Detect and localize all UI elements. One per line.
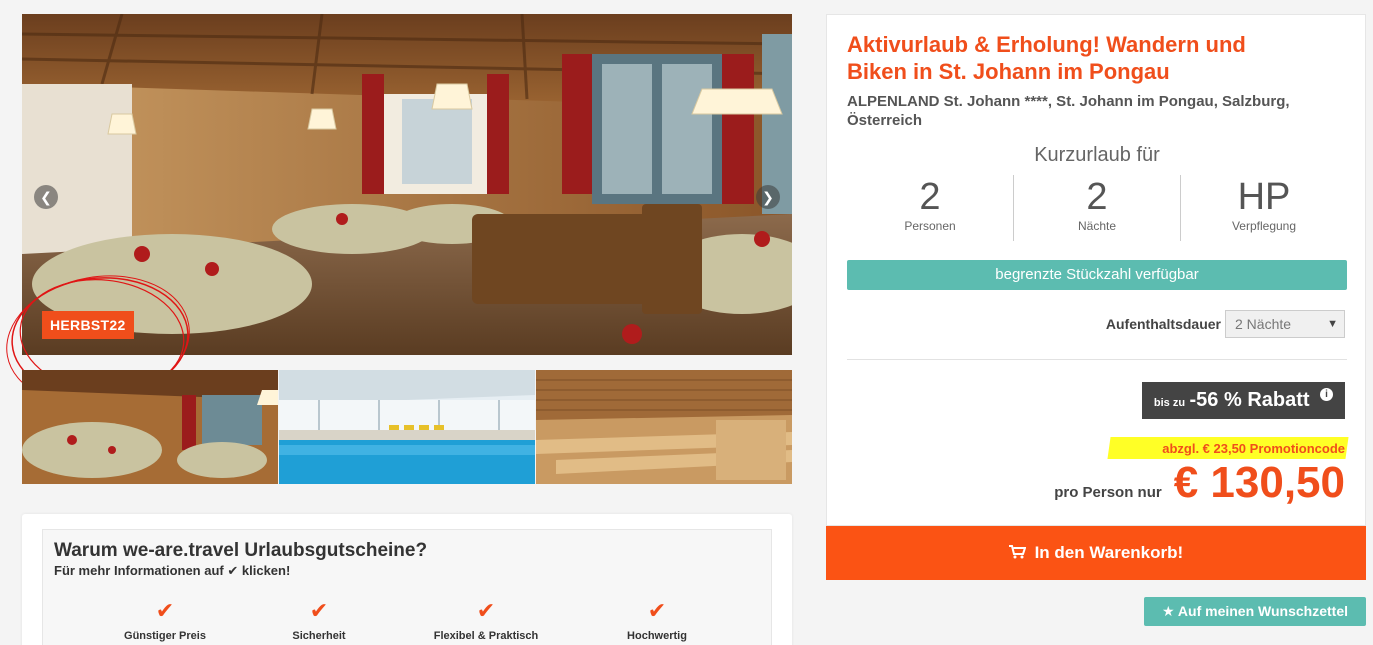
chevron-right-icon[interactable]: ❯: [756, 185, 780, 209]
info-icon[interactable]: i: [1320, 388, 1333, 401]
discount-badge: bis zu -56 % Rabatt i: [1141, 382, 1345, 419]
why-sub-text-end: klicken!: [241, 563, 291, 578]
wishlist-button[interactable]: ★ Auf meinen Wunschzettel: [1144, 597, 1366, 626]
chevron-down-icon: ▼: [1327, 318, 1338, 330]
price-row: pro Person nur € 130,50: [1054, 458, 1345, 508]
discount-prefix: bis zu: [1153, 397, 1186, 409]
feature-label: Flexibel & Praktisch: [433, 630, 539, 642]
offer-card: Aktivurlaub & Erholung! Wandern und Bike…: [826, 14, 1366, 526]
discount-value: -56 % Rabatt: [1189, 389, 1310, 411]
stat-value: 2: [919, 176, 941, 218]
wishlist-label: Auf meinen Wunschzettel: [1177, 603, 1349, 619]
check-icon: ✔: [155, 598, 175, 623]
why-sub-text: Für mehr Informationen auf: [54, 563, 224, 578]
divider: [847, 359, 1347, 360]
stat-label: Personen: [904, 219, 956, 233]
feature-hochwertig[interactable]: ✔ Hochwertig: [587, 598, 727, 643]
stat-value: HP: [1237, 176, 1291, 218]
feature-label: Günstiger Preis: [124, 630, 206, 642]
feature-flexibel[interactable]: ✔ Flexibel & Praktisch: [416, 598, 556, 643]
stat-label: Verpflegung: [1231, 219, 1297, 233]
check-icon: ✔: [647, 598, 667, 623]
duration-label: Aufenthaltsdauer: [1105, 316, 1221, 332]
add-to-cart-label: In den Warenkorb!: [1034, 543, 1184, 562]
check-icon[interactable]: ✔: [227, 563, 238, 578]
stat-naechte: 2 Nächte: [1014, 175, 1181, 241]
thumbnail-strip: [22, 370, 792, 484]
duration-value: 2 Nächte: [1235, 316, 1292, 332]
stat-value: 2: [1086, 176, 1108, 218]
star-icon: ★: [1161, 603, 1175, 619]
feature-label: Sicherheit: [292, 630, 346, 642]
why-card: Warum we-are.travel Urlaubsgutscheine? F…: [22, 514, 792, 645]
thumbnail-sauna[interactable]: [536, 370, 792, 484]
kurzurlaub-heading: Kurzurlaub für: [1034, 144, 1160, 166]
feature-guenstiger-preis[interactable]: ✔ Günstiger Preis: [95, 598, 235, 643]
feature-sicherheit[interactable]: ✔ Sicherheit: [249, 598, 389, 643]
hotel-location: ALPENLAND St. Johann ****, St. Johann im…: [847, 93, 1290, 129]
check-icon: ✔: [309, 598, 329, 623]
why-panel: Warum we-are.travel Urlaubsgutscheine? F…: [42, 529, 772, 645]
promo-code-text: abzgl. € 23,50 Promotioncode: [1162, 441, 1345, 456]
offer-stats: 2 Personen 2 Nächte HP Verpflegung: [847, 175, 1347, 241]
feature-list: ✔ Günstiger Preis ✔ Sicherheit ✔ Flexibe…: [43, 600, 773, 645]
stat-label: Nächte: [1077, 219, 1117, 233]
stat-personen: 2 Personen: [847, 175, 1014, 241]
offer-title: Aktivurlaub & Erholung! Wandern und Bike…: [847, 32, 1246, 84]
why-title: Warum we-are.travel Urlaubsgutscheine?: [54, 540, 428, 561]
image-gallery: ❮ ❯ HERBST22: [6, 14, 792, 484]
feature-label: Hochwertig: [627, 630, 687, 642]
thumbnail-restaurant[interactable]: [22, 370, 278, 484]
add-to-cart-button[interactable]: In den Warenkorb!: [826, 526, 1366, 580]
thumbnail-indoor-pool[interactable]: [279, 370, 535, 484]
cart-icon: [1008, 543, 1031, 562]
price-value: € 130,50: [1173, 458, 1345, 507]
chevron-left-icon[interactable]: ❮: [34, 185, 58, 209]
why-subtitle: Für mehr Informationen auf ✔ klicken!: [54, 563, 290, 579]
price-label: pro Person nur: [1054, 484, 1162, 501]
check-icon: ✔: [476, 598, 496, 623]
availability-banner: begrenzte Stückzahl verfügbar: [847, 260, 1347, 290]
duration-row: Aufenthaltsdauer 2 Nächte ▼: [1106, 310, 1345, 338]
duration-select[interactable]: 2 Nächte ▼: [1225, 310, 1345, 338]
stat-verpflegung: HP Verpflegung: [1181, 175, 1347, 241]
page: ❮ ❯ HERBST22 Warum we-are.travel Urlaubs…: [0, 0, 1373, 645]
